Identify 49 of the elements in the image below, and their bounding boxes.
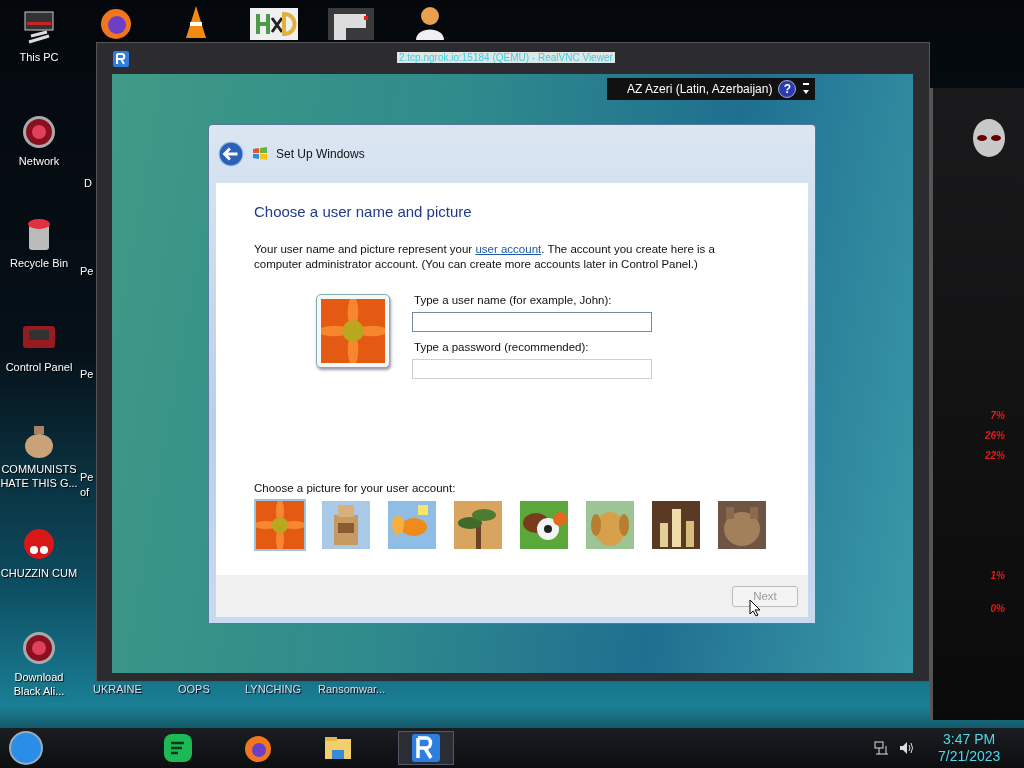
- desktop-icon-label[interactable]: Control Panel: [0, 360, 78, 374]
- field-label: Type a user name (for example, John):: [414, 294, 613, 308]
- desktop-icon-label[interactable]: OOPS: [178, 682, 210, 697]
- language-bar[interactable]: AZ Azeri (Latin, Azerbaijan) ?: [607, 78, 815, 100]
- picture-option[interactable]: [320, 499, 372, 551]
- picture-option[interactable]: [650, 499, 702, 551]
- remote-viewer-icon[interactable]: [113, 50, 129, 67]
- network-icon[interactable]: [874, 740, 890, 756]
- usage-reading: 22%: [985, 450, 1005, 461]
- desktop-icon-label[interactable]: COMMUNISTS HATE THIS G...: [0, 462, 78, 490]
- desktop-icon-label[interactable]: CHUZZIN CUM: [0, 566, 78, 580]
- intro-paragraph: Your user name and picture represent your user account. The account you create here is a computer administrator account. (You can create more accounts later in Control Panel.): [254, 242, 716, 272]
- usage-reading: 7%: [990, 410, 1005, 421]
- picture-option[interactable]: [716, 499, 768, 551]
- picture-option[interactable]: [518, 499, 570, 551]
- page-heading: Choose a user name and picture: [254, 203, 473, 220]
- language-label[interactable]: AZ Azeri (Latin, Azerbaijan): [627, 82, 773, 96]
- clock-date: 7/21/2023: [938, 748, 1001, 765]
- usage-reading: 0%: [990, 603, 1005, 614]
- mouse-pointer-icon: [749, 599, 761, 617]
- help-button[interactable]: ?: [778, 80, 797, 98]
- desktop-icon-label[interactable]: Pe: [80, 264, 94, 279]
- picture-option[interactable]: [452, 499, 504, 551]
- clock[interactable]: 3:47 PM 7/21/2023: [938, 731, 1001, 765]
- usage-reading: 1%: [990, 570, 1005, 581]
- usage-reading: 26%: [985, 430, 1005, 441]
- desktop-icon-label[interactable]: Ransomwar...: [318, 682, 386, 697]
- desktop-icon-label[interactable]: This PC: [0, 50, 78, 64]
- user-name-field[interactable]: [412, 312, 652, 332]
- desktop-icon-label[interactable]: LYNCHING: [245, 682, 302, 697]
- desktop-icon-label[interactable]: UKRAINE: [93, 682, 142, 697]
- dialog-title: Set Up Windows: [276, 147, 365, 161]
- back-button[interactable]: [218, 141, 244, 167]
- clock-time: 3:47 PM: [943, 731, 996, 748]
- start-button[interactable]: [8, 730, 44, 766]
- desktop-icon-label[interactable]: Network: [0, 154, 78, 168]
- windows-logo-icon: [252, 146, 268, 162]
- remote-viewer-icon[interactable]: [398, 731, 454, 765]
- field-label: Type a password (recommended):: [414, 341, 590, 355]
- desktop-icon-label[interactable]: Recycle Bin: [0, 256, 78, 270]
- window-title: 2.tcp.ngrok.io:15184 (QEMU) - RealVNC Viewer: [397, 52, 615, 63]
- desktop-icon-label[interactable]: Pe: [80, 367, 94, 382]
- volume-icon[interactable]: [898, 740, 914, 756]
- desktop-icon-label[interactable]: Pe: [80, 470, 94, 485]
- password-field[interactable]: [412, 359, 652, 379]
- pictures-label: Choose a picture for your user account:: [254, 482, 457, 494]
- desktop-icon-label[interactable]: D: [84, 176, 92, 191]
- desktop-icon-label[interactable]: of: [80, 485, 90, 500]
- desktop-icon-label[interactable]: Download Black Ali...: [0, 670, 78, 698]
